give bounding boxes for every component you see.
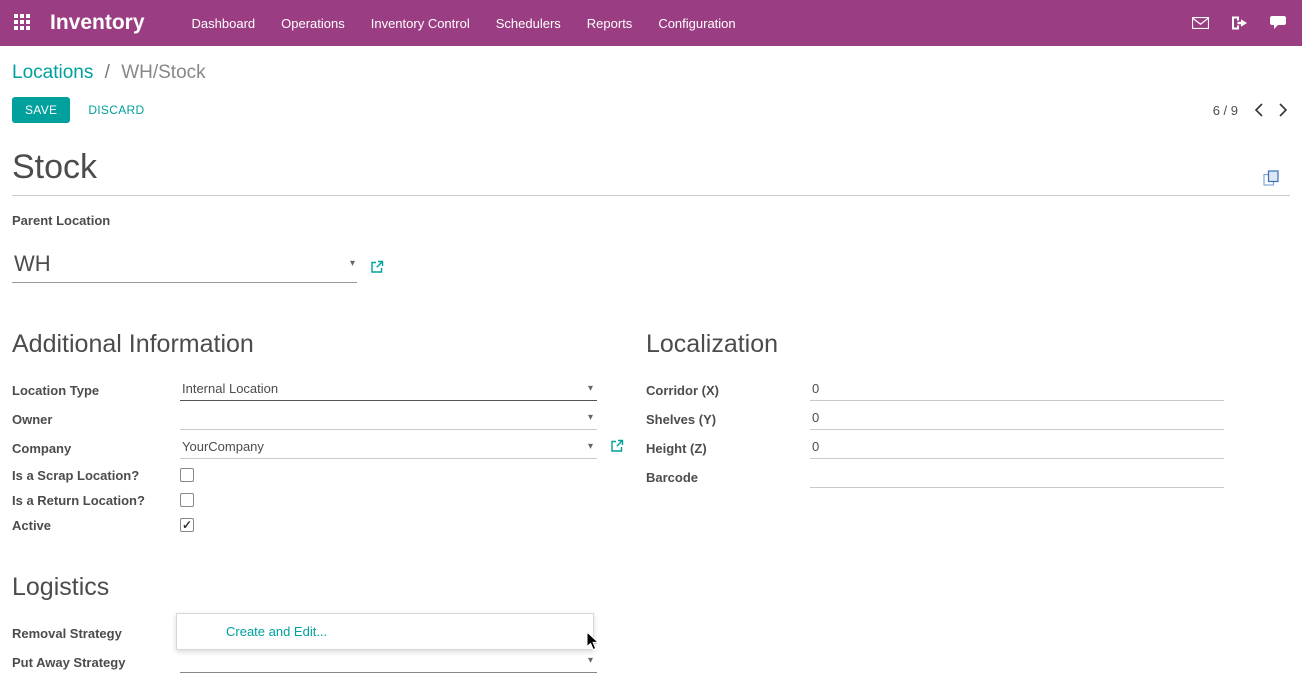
active-label: Active — [12, 518, 180, 533]
app-title[interactable]: Inventory — [50, 11, 145, 35]
company-value: YourCompany — [182, 439, 264, 454]
chevron-down-icon[interactable]: ▾ — [588, 413, 593, 423]
shelves-value: 0 — [812, 410, 819, 425]
barcode-input[interactable] — [810, 467, 1224, 488]
breadcrumb-link-locations[interactable]: Locations — [12, 62, 93, 83]
is-scrap-location-row: Is a Scrap Location? — [12, 463, 646, 488]
is-return-location-row: Is a Return Location? — [12, 488, 646, 513]
breadcrumb-separator: / — [105, 62, 110, 83]
parent-location-value: WH — [14, 251, 51, 277]
sign-out-icon[interactable] — [1231, 16, 1248, 30]
location-type-select[interactable]: Internal Location ▾ — [180, 380, 597, 401]
form-columns: Additional Information Location Type Int… — [12, 330, 1290, 538]
localization-heading: Localization — [646, 330, 1224, 359]
height-row: Height (Z) 0 — [646, 434, 1224, 463]
active-row: Active ✓ — [12, 513, 646, 538]
location-type-row: Location Type Internal Location ▾ — [12, 376, 646, 405]
logistics-rows: Removal Strategy ▾ Create and Edit... Pu… — [12, 619, 646, 677]
menu-item-inventory-control[interactable]: Inventory Control — [358, 0, 483, 46]
discard-button[interactable]: DISCARD — [88, 103, 144, 117]
chevron-down-icon[interactable]: ▾ — [350, 259, 355, 269]
logistics-heading: Logistics — [12, 573, 1290, 602]
logistics-section: Logistics Removal Strategy ▾ Create and … — [12, 573, 1290, 677]
height-label: Height (Z) — [646, 441, 810, 456]
pager-next-icon[interactable] — [1279, 103, 1288, 117]
owner-field[interactable]: ▾ — [180, 409, 597, 430]
shelves-label: Shelves (Y) — [646, 412, 810, 427]
control-panel: SAVE DISCARD 6 / 9 — [0, 84, 1302, 123]
height-value: 0 — [812, 439, 819, 454]
location-type-label: Location Type — [12, 383, 180, 398]
record-pager: 6 / 9 — [1213, 103, 1288, 118]
menu-item-reports[interactable]: Reports — [574, 0, 646, 46]
company-label: Company — [12, 441, 180, 456]
barcode-label: Barcode — [646, 470, 810, 485]
barcode-row: Barcode — [646, 463, 1224, 492]
create-and-edit-option[interactable]: Create and Edit... — [177, 624, 327, 639]
chevron-down-icon[interactable]: ▾ — [588, 442, 593, 452]
comments-icon[interactable] — [1270, 16, 1288, 31]
top-navbar: Inventory Dashboard Operations Inventory… — [0, 0, 1302, 46]
record-name-field[interactable]: Stock — [12, 150, 1290, 186]
is-return-location-label: Is a Return Location? — [12, 493, 180, 508]
corridor-value: 0 — [812, 381, 819, 396]
company-field[interactable]: YourCompany ▾ — [180, 438, 597, 459]
main-menu: Dashboard Operations Inventory Control S… — [179, 0, 749, 46]
menu-item-operations[interactable]: Operations — [268, 0, 358, 46]
envelope-icon[interactable] — [1192, 17, 1209, 29]
additional-information-section: Additional Information Location Type Int… — [12, 330, 646, 538]
owner-row: Owner ▾ — [12, 405, 646, 434]
active-checkbox[interactable]: ✓ — [180, 518, 194, 532]
company-row: Company YourCompany ▾ — [12, 434, 646, 463]
form-sheet: Stock Parent Location WH ▾ Additional In… — [0, 123, 1302, 677]
additional-information-heading: Additional Information — [12, 330, 646, 359]
save-button[interactable]: SAVE — [12, 97, 70, 123]
removal-strategy-label: Removal Strategy — [12, 626, 180, 641]
apps-grid-icon[interactable] — [14, 14, 32, 32]
chevron-down-icon[interactable]: ▾ — [588, 656, 593, 666]
pager-count: 6 / 9 — [1213, 103, 1238, 118]
corridor-input[interactable]: 0 — [810, 380, 1224, 401]
localization-section: Localization Corridor (X) 0 Shelves (Y) … — [646, 330, 1290, 538]
shelves-input[interactable]: 0 — [810, 409, 1224, 430]
is-scrap-location-checkbox[interactable] — [180, 468, 194, 482]
menu-item-configuration[interactable]: Configuration — [645, 0, 748, 46]
chevron-down-icon[interactable]: ▾ — [588, 384, 593, 394]
navbar-right-icons — [1192, 16, 1288, 31]
many2one-dropdown: Create and Edit... — [176, 613, 594, 650]
external-link-icon[interactable] — [370, 260, 384, 279]
checkmark-icon: ✓ — [182, 519, 192, 531]
breadcrumb: Locations / WH/Stock — [0, 46, 1302, 84]
putaway-strategy-label: Put Away Strategy — [12, 655, 180, 670]
corridor-label: Corridor (X) — [646, 383, 810, 398]
shelves-row: Shelves (Y) 0 — [646, 405, 1224, 434]
copy-pages-icon[interactable] — [1263, 170, 1280, 191]
putaway-strategy-field[interactable]: ▾ — [180, 652, 597, 673]
menu-item-schedulers[interactable]: Schedulers — [483, 0, 574, 46]
menu-item-dashboard[interactable]: Dashboard — [179, 0, 269, 46]
parent-location-label: Parent Location — [12, 213, 1290, 228]
is-return-location-checkbox[interactable] — [180, 493, 194, 507]
breadcrumb-current: WH/Stock — [121, 62, 205, 83]
external-link-icon[interactable] — [610, 439, 624, 458]
parent-location-field[interactable]: WH ▾ — [12, 251, 357, 283]
corridor-row: Corridor (X) 0 — [646, 376, 1224, 405]
pager-previous-icon[interactable] — [1254, 103, 1263, 117]
is-scrap-location-label: Is a Scrap Location? — [12, 468, 180, 483]
owner-label: Owner — [12, 412, 180, 427]
record-title-row: Stock — [12, 150, 1290, 196]
height-input[interactable]: 0 — [810, 438, 1224, 459]
putaway-strategy-row: Put Away Strategy ▾ — [12, 648, 646, 677]
location-type-value: Internal Location — [182, 381, 278, 396]
parent-location-row: WH ▾ — [12, 251, 1290, 283]
